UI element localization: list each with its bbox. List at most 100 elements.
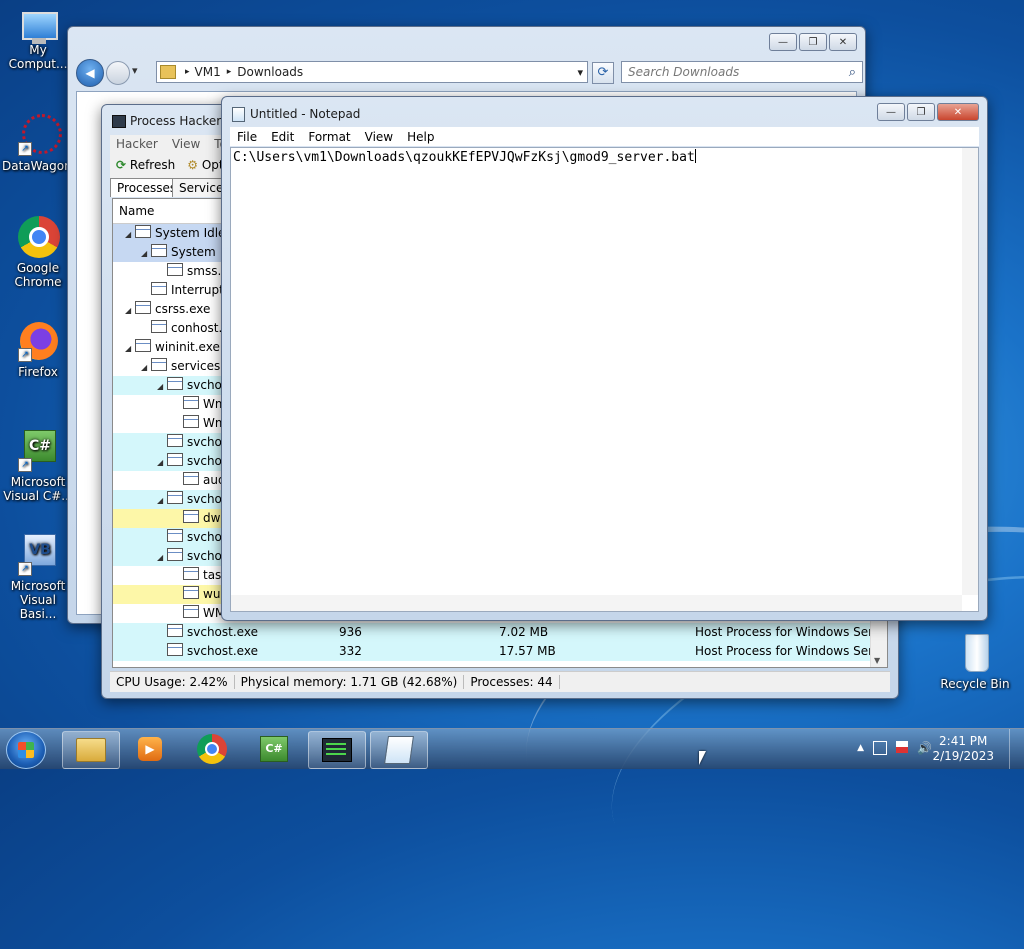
- menu-view[interactable]: View: [358, 130, 400, 144]
- start-button[interactable]: [6, 731, 46, 769]
- folder-icon: [160, 65, 176, 79]
- taskbar: ▶ C# ▲ 🔊 2:41 PM 2/19/2023: [0, 728, 1024, 769]
- gear-icon: ⚙: [187, 158, 198, 172]
- clock-date: 2/19/2023: [932, 749, 994, 763]
- menu-format[interactable]: Format: [301, 130, 357, 144]
- expander-icon[interactable]: ◢: [125, 339, 135, 358]
- expander-icon[interactable]: ◢: [157, 548, 167, 567]
- shortcut-arrow-icon: ↗: [18, 562, 32, 576]
- taskbar-notepad[interactable]: [370, 731, 428, 769]
- taskbar-process-hacker[interactable]: [308, 731, 366, 769]
- desktop-icon-chrome[interactable]: Google Chrome: [2, 214, 74, 289]
- forward-button[interactable]: [106, 61, 130, 85]
- vertical-scrollbar[interactable]: [962, 148, 978, 595]
- expander-icon[interactable]: ◢: [141, 244, 151, 263]
- notepad-window[interactable]: Untitled - Notepad — ❐ ✕ File Edit Forma…: [221, 96, 988, 621]
- volume-icon[interactable]: 🔊: [917, 741, 932, 755]
- taskbar-chrome[interactable]: [184, 731, 240, 767]
- process-row[interactable]: svchost.exe 936 7.02 MB Host Process for Wi…: [113, 623, 887, 642]
- refresh-icon: ⟳: [116, 158, 127, 172]
- back-button[interactable]: ◀: [76, 59, 104, 87]
- horizontal-scrollbar[interactable]: [231, 595, 962, 611]
- maximize-button[interactable]: ❐: [799, 33, 827, 51]
- expander-icon[interactable]: ◢: [125, 301, 135, 320]
- process-hacker-icon: [322, 738, 352, 762]
- desktop-icon-label: DataWagon...: [2, 159, 84, 173]
- desktop-icon-recycle-bin[interactable]: Recycle Bin: [939, 630, 1011, 691]
- maximize-button[interactable]: ❐: [907, 103, 935, 121]
- desktop-icon-label: Recycle Bin: [940, 677, 1010, 691]
- minimize-button[interactable]: —: [877, 103, 905, 121]
- breadcrumb-downloads[interactable]: Downloads: [237, 65, 303, 79]
- expander-icon[interactable]: ◢: [157, 377, 167, 396]
- process-icon: [167, 434, 183, 447]
- text-editor[interactable]: C:\Users\vm1\Downloads\qzoukKEfEPVJQwFzK…: [230, 147, 979, 612]
- media-player-icon: ▶: [138, 737, 162, 761]
- process-icon: [183, 586, 199, 599]
- desktop-icon-visual-csharp[interactable]: C# ↗ Microsoft Visual C#...: [2, 428, 74, 503]
- shortcut-arrow-icon: ↗: [18, 458, 32, 472]
- process-icon: [167, 624, 183, 637]
- taskbar-visual-csharp[interactable]: C#: [246, 731, 302, 767]
- desktop-icon-firefox[interactable]: ↗ Firefox: [2, 318, 74, 379]
- process-icon: [183, 396, 199, 409]
- show-desktop-button[interactable]: [1009, 729, 1024, 769]
- process-icon: [183, 605, 199, 618]
- desktop-icon-computer[interactable]: My Comput...: [2, 8, 74, 71]
- process-icon: [183, 472, 199, 485]
- process-memory: 17.57 MB: [499, 644, 556, 658]
- options-button[interactable]: ⚙ Opt: [187, 158, 223, 172]
- process-name: wininit.exe: [155, 340, 220, 354]
- folder-icon: [76, 738, 106, 762]
- visual-csharp-icon: C# ↗: [16, 428, 60, 472]
- menu-bar: File Edit Format View Help: [230, 127, 979, 146]
- process-description: Host Process for Windows Ser...: [695, 625, 884, 639]
- process-icon: [151, 244, 167, 257]
- close-button[interactable]: ✕: [937, 103, 979, 121]
- shortcut-arrow-icon: ↗: [18, 142, 32, 156]
- desktop-icon-visual-basic[interactable]: VB ↗ Microsoft Visual Basi...: [2, 532, 74, 621]
- clock[interactable]: 2:41 PM 2/19/2023: [932, 734, 994, 764]
- process-icon: [135, 225, 151, 238]
- menu-help[interactable]: Help: [400, 130, 441, 144]
- refresh-button[interactable]: ⟳ Refresh: [116, 158, 175, 172]
- network-icon[interactable]: [873, 741, 888, 755]
- recent-pages-dropdown[interactable]: ▾: [132, 64, 138, 77]
- close-button[interactable]: ✕: [829, 33, 857, 51]
- tray-expand-icon[interactable]: ▲: [857, 743, 864, 755]
- expander-icon[interactable]: ◢: [157, 491, 167, 510]
- process-icon: [183, 567, 199, 580]
- process-icon: [151, 358, 167, 371]
- minimize-button[interactable]: —: [769, 33, 797, 51]
- menu-file[interactable]: File: [230, 130, 264, 144]
- address-dropdown-icon[interactable]: ▾: [577, 66, 583, 79]
- menu-view[interactable]: View: [172, 137, 200, 151]
- menu-edit[interactable]: Edit: [264, 130, 301, 144]
- shortcut-arrow-icon: ↗: [18, 348, 32, 362]
- menu-hacker[interactable]: Hacker: [116, 137, 158, 151]
- taskbar-explorer[interactable]: [62, 731, 120, 769]
- process-icon: [151, 282, 167, 295]
- breadcrumb-vm1[interactable]: VM1: [195, 65, 221, 79]
- process-row[interactable]: svchost.exe 332 17.57 MB Host Process for W…: [113, 642, 887, 661]
- refresh-icon[interactable]: ⟳: [592, 62, 614, 84]
- desktop-icon-label: Microsoft Visual Basi...: [10, 579, 66, 621]
- desktop-icon-datawagon[interactable]: ↗ DataWagon...: [2, 112, 84, 173]
- expander-icon[interactable]: ◢: [157, 453, 167, 472]
- visual-basic-icon: VB ↗: [16, 532, 60, 576]
- computer-icon: [16, 8, 60, 52]
- visual-csharp-icon: C#: [260, 736, 288, 762]
- action-center-flag-icon[interactable]: [896, 741, 909, 753]
- status-processes: Processes: 44: [464, 675, 560, 689]
- expander-icon[interactable]: ◢: [125, 225, 135, 244]
- mouse-cursor-icon: [699, 751, 706, 765]
- search-icon[interactable]: ⌕: [849, 65, 856, 80]
- status-memory: Physical memory: 1.71 GB (42.68%): [235, 675, 465, 689]
- notepad-app-icon: [232, 107, 245, 122]
- taskbar-media-player[interactable]: ▶: [122, 731, 178, 767]
- process-icon: [167, 529, 183, 542]
- search-input[interactable]: Search Downloads ⌕: [621, 61, 863, 83]
- address-bar[interactable]: ▸ VM1 ▸ Downloads ▾: [156, 61, 588, 83]
- expander-icon[interactable]: ◢: [141, 358, 151, 377]
- clock-time: 2:41 PM: [939, 734, 988, 748]
